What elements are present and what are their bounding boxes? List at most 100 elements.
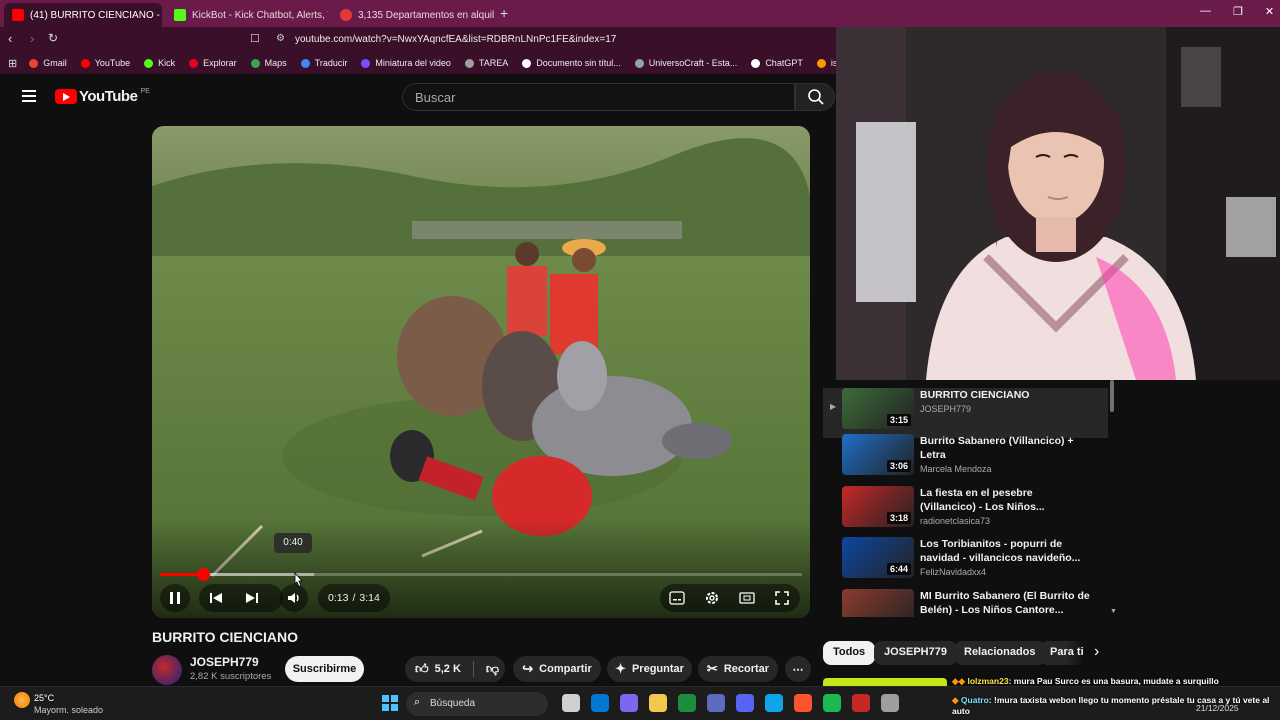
playlist-thumbnail: 6:44 — [842, 537, 914, 578]
teams-icon[interactable] — [707, 694, 725, 712]
tab-youtube[interactable]: (41) BURRITO CIENCIANO - Y ✕ — [4, 3, 162, 27]
more-actions-button[interactable]: ⋯ — [785, 656, 811, 682]
previous-icon[interactable] — [209, 591, 223, 605]
chips-next-chevron-icon[interactable]: › — [1094, 643, 1099, 661]
pause-button[interactable] — [160, 584, 190, 612]
url-text[interactable]: youtube.com/watch?v=NwxYAqncfEA&list=RDB… — [295, 34, 616, 45]
mail-icon[interactable] — [765, 694, 783, 712]
theater-mode-icon[interactable] — [739, 591, 755, 605]
volume-button[interactable] — [280, 584, 308, 612]
settings-gear-icon[interactable] — [704, 590, 720, 606]
forward-icon[interactable]: › — [30, 31, 34, 46]
tab-kickbot[interactable]: KickBot - Kick Chatbot, Alerts, TTS, C — [166, 3, 328, 27]
playlist-item-channel: FelizNavidadxx4 — [920, 567, 987, 577]
new-tab-icon[interactable]: + — [500, 5, 508, 21]
scrubber-handle[interactable] — [197, 568, 210, 581]
discord-icon[interactable] — [736, 694, 754, 712]
like-thumb-icon[interactable]: 👍︎ — [415, 661, 429, 677]
bookmark-item[interactable]: Maps — [250, 58, 287, 68]
subscribe-button[interactable]: Suscribirme — [285, 656, 364, 682]
ask-button[interactable]: ✦ Preguntar — [607, 656, 692, 682]
weather-temp[interactable]: 25°C — [34, 693, 54, 703]
reload-icon[interactable]: ↻ — [48, 31, 58, 45]
like-count[interactable]: 5,2 K — [435, 663, 461, 675]
chip-todos[interactable]: Todos — [823, 641, 876, 665]
store-icon[interactable] — [591, 694, 609, 712]
chip-para-ti[interactable]: Para ti — [1040, 641, 1084, 665]
site-info-icon[interactable]: ⚙ — [276, 33, 285, 44]
bookmark-item[interactable]: Explorar — [189, 58, 237, 68]
window-close-icon[interactable]: ✕ — [1265, 5, 1274, 18]
minimize-icon[interactable]: — — [1200, 5, 1211, 18]
brave-icon[interactable] — [794, 694, 812, 712]
bookmark-item[interactable]: ChatGPT — [751, 58, 803, 68]
playlist-item[interactable]: 3:18 La fiesta en el pesebre (Villancico)… — [842, 486, 1112, 534]
time-display: 0:13 / 3:14 — [318, 584, 390, 612]
excel-icon[interactable] — [678, 694, 696, 712]
playlist-item-title: Los Toribianitos - popurri de navidad - … — [920, 538, 1081, 564]
bookmark-item[interactable]: Documento sin títul... — [522, 58, 621, 68]
playlist-item[interactable]: 6:44 Los Toribianitos - popurri de navida… — [842, 537, 1112, 585]
back-icon[interactable]: ‹ — [8, 31, 12, 46]
bookmark-label: YouTube — [94, 58, 131, 68]
bookmark-favicon-icon — [29, 58, 39, 68]
playlist-item-channel: Marcela Mendoza — [920, 464, 992, 474]
copilot-icon[interactable] — [620, 694, 638, 712]
chip-channel[interactable]: JOSEPH779 — [874, 641, 957, 665]
youtube-logo[interactable]: YouTube PE — [55, 88, 150, 105]
playlist-item[interactable]: MI Burrito Sabanero (El Burrito de Belén… — [842, 589, 1112, 617]
playlist-thumbnail: 3:18 — [842, 486, 914, 527]
bookmark-item[interactable]: is — [816, 58, 837, 68]
playlist-thumbnail: 3:15 — [842, 388, 914, 429]
next-icon[interactable] — [245, 591, 259, 605]
apps-grid-icon[interactable]: ⊞ — [8, 57, 17, 70]
channel-avatar[interactable] — [152, 655, 182, 685]
chat-user: Quatro — [960, 695, 989, 705]
bookmark-favicon-icon — [816, 58, 826, 68]
more-dots-icon: ⋯ — [792, 663, 804, 676]
playlist-item-channel: radionetclasica73 — [920, 516, 991, 526]
video-duration: 3:18 — [886, 512, 911, 524]
bookmark-item[interactable]: UniversoCraft - Esta... — [634, 58, 737, 68]
bookmark-favicon-icon — [144, 58, 154, 68]
bookmark-favicon-icon — [634, 58, 644, 68]
weather-sun-icon[interactable] — [14, 692, 30, 708]
bookmark-item[interactable]: TAREA — [464, 58, 508, 68]
bookmark-item[interactable]: Kick — [144, 58, 175, 68]
tab-departamentos[interactable]: 3,135 Departamentos en alquiler - P — [332, 3, 494, 27]
fullscreen-icon[interactable] — [775, 591, 789, 605]
channel-name[interactable]: JOSEPH779 — [190, 655, 259, 669]
tab-label: (41) BURRITO CIENCIANO - Y — [30, 9, 162, 21]
github-icon[interactable] — [881, 694, 899, 712]
search-input[interactable]: Buscar — [402, 83, 795, 111]
chip-relacionados[interactable]: Relacionados — [954, 641, 1046, 665]
bookmark-item[interactable]: Miniatura del video — [361, 58, 451, 68]
bookmark-item[interactable]: Gmail — [29, 58, 67, 68]
chat-message: ◆◆ lolzman23: mura Pau Surco es una basu… — [952, 676, 1219, 686]
search-button[interactable] — [795, 83, 835, 111]
windows-start-icon[interactable] — [382, 695, 398, 711]
dislike-thumb-icon[interactable]: 👎︎ — [486, 661, 499, 677]
time-separator: / — [352, 592, 356, 604]
video-player[interactable]: 0:40 0:13 / 3:14 — [152, 126, 810, 618]
bookmark-item[interactable]: Traducir — [300, 58, 347, 68]
obs-icon[interactable] — [852, 694, 870, 712]
subtitles-icon[interactable] — [669, 591, 685, 605]
clip-button[interactable]: ✂ Recortar — [698, 656, 778, 682]
chat-overlay: ◆◆ lolzman23: mura Pau Surco es una basu… — [952, 676, 1280, 720]
spotify-icon[interactable] — [823, 694, 841, 712]
file-explorer-icon[interactable] — [649, 694, 667, 712]
bookmark-item[interactable]: YouTube — [80, 58, 131, 68]
restore-icon[interactable]: ❐ — [1233, 5, 1243, 18]
taskbar-search[interactable]: ⌕ Búsqueda — [406, 692, 548, 716]
progress-bar[interactable] — [160, 568, 802, 581]
playlist-item[interactable]: 3:15 BURRITO CIENCIANO JOSEPH779 — [842, 388, 1112, 436]
widgets-icon[interactable] — [562, 694, 580, 712]
playlist-item[interactable]: 3:06 Burrito Sabanero (Villancico) + Letr… — [842, 434, 1112, 482]
bookmark-label: Explorar — [203, 58, 237, 68]
playlist-item-channel: JOSEPH779 — [920, 404, 972, 414]
taskbar-search-label: Búsqueda — [430, 698, 476, 709]
bookmark-icon[interactable]: ☐ — [250, 32, 260, 45]
hamburger-menu-icon[interactable] — [22, 90, 36, 102]
share-button[interactable]: ↪ Compartir — [513, 656, 601, 682]
